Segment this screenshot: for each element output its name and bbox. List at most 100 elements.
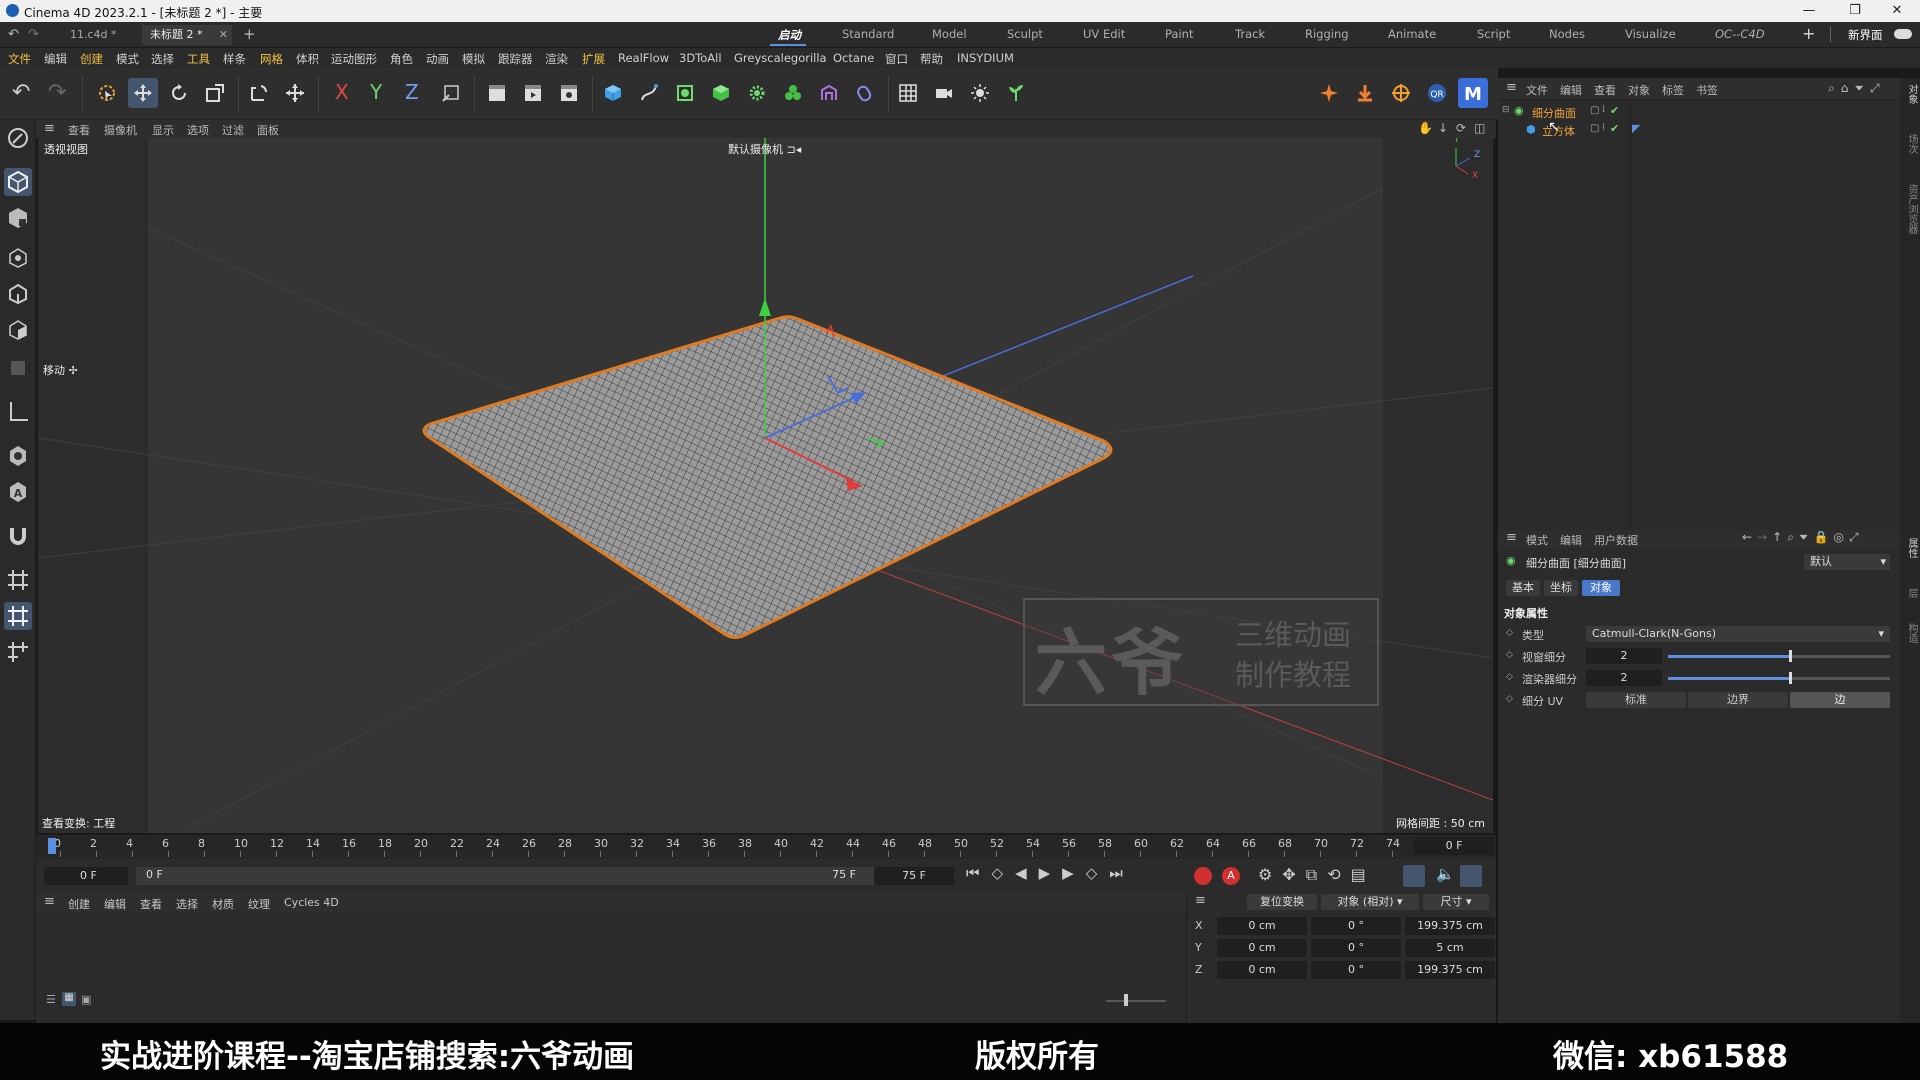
- snap-button[interactable]: [4, 442, 32, 470]
- doc-tab-11[interactable]: 11.c4d *: [62, 25, 125, 45]
- mat-menu-select[interactable]: 选择: [176, 896, 198, 912]
- mat-menu-material[interactable]: 材质: [212, 896, 234, 912]
- target-icon[interactable]: ◎: [1833, 530, 1848, 544]
- edit-tool-button[interactable]: [4, 124, 32, 152]
- field-button[interactable]: [850, 78, 880, 108]
- menu-mesh[interactable]: 网格: [260, 51, 283, 67]
- material-area[interactable]: ☰ ▦ ▣: [36, 913, 1186, 1023]
- am-menu-mode[interactable]: 模式: [1526, 532, 1548, 548]
- toggle-switch[interactable]: [1894, 29, 1912, 39]
- layout-script[interactable]: Script: [1477, 27, 1510, 41]
- key-position-icon[interactable]: ✥: [1282, 865, 1305, 884]
- next-key-icon[interactable]: ◇: [1086, 864, 1110, 882]
- point-mode-button[interactable]: [4, 244, 32, 272]
- search-icon[interactable]: ⌕: [1787, 530, 1799, 544]
- pen-spline-button[interactable]: [634, 78, 664, 108]
- pos-x-field[interactable]: 0 cm: [1217, 917, 1307, 935]
- menu-animate[interactable]: 动画: [426, 51, 449, 67]
- layout-model[interactable]: Model: [932, 27, 967, 41]
- reset-transform-button[interactable]: 复位变换: [1247, 894, 1317, 910]
- keyframe-diamond-icon[interactable]: ◇: [1506, 672, 1513, 682]
- list-view-icon[interactable]: ☰: [46, 993, 56, 1006]
- viewport-menu-camera[interactable]: 摄像机: [104, 122, 137, 138]
- key-settings-icon[interactable]: ⚙: [1258, 865, 1282, 884]
- forward-arrow-icon[interactable]: →: [1757, 530, 1772, 544]
- restore-button[interactable]: ❐: [1832, 0, 1878, 22]
- start-frame-field[interactable]: 0 F: [44, 867, 128, 885]
- subdivision-surface-button[interactable]: [670, 78, 700, 108]
- y-axis-lock-icon[interactable]: Y: [370, 80, 382, 104]
- uv-option-edge[interactable]: 边: [1790, 692, 1890, 708]
- texture-mode-button[interactable]: [4, 204, 32, 232]
- dock-tab-takes[interactable]: 场次: [1904, 134, 1919, 154]
- home-icon[interactable]: ⌂: [1841, 81, 1855, 95]
- mat-menu-texture[interactable]: 纹理: [248, 896, 270, 912]
- playhead[interactable]: [48, 838, 56, 854]
- orbit-icon[interactable]: ⟳: [1456, 121, 1466, 135]
- render-settings-button[interactable]: [554, 78, 584, 108]
- om-menu-view[interactable]: 查看: [1594, 82, 1616, 98]
- large-view-icon[interactable]: ▣: [81, 993, 91, 1006]
- polygon-mode-button[interactable]: [4, 316, 32, 344]
- cloner-button[interactable]: [742, 78, 772, 108]
- rotate-tool-button[interactable]: [164, 78, 194, 108]
- mat-menu-create[interactable]: 创建: [68, 896, 90, 912]
- enabled-check-icon[interactable]: ✔: [1610, 104, 1619, 117]
- model-mode-button[interactable]: [4, 168, 32, 196]
- menu-character[interactable]: 角色: [390, 51, 413, 67]
- go-to-end-icon[interactable]: ⏭: [1109, 864, 1135, 882]
- menu-extensions[interactable]: 扩展: [582, 51, 605, 67]
- size-x-field[interactable]: 199.375 cm: [1405, 917, 1495, 935]
- om-menu-edit[interactable]: 编辑: [1560, 82, 1582, 98]
- quantize-button[interactable]: [4, 602, 32, 630]
- uv-option-boundary[interactable]: 边界: [1688, 692, 1788, 708]
- timeline-ruler[interactable]: 0 2 4 6 8 10 12 14 16 18 20 22 24 26 28 30 32 34 36 38 40 42 4…: [36, 835, 1496, 859]
- key-param-icon[interactable]: ▤: [1351, 865, 1376, 884]
- frame-range-slider[interactable]: 0 F 75 F: [136, 867, 876, 885]
- record-icon[interactable]: [1194, 867, 1212, 885]
- collapse-icon[interactable]: ⊟: [1502, 105, 1510, 115]
- uv-mode-button[interactable]: [4, 354, 32, 382]
- mat-menu-view[interactable]: 查看: [140, 896, 162, 912]
- lock-icon[interactable]: 🔒: [1814, 530, 1834, 544]
- viewport-subdivision-field[interactable]: 2: [1586, 648, 1662, 664]
- key-scale-icon[interactable]: ⧉: [1306, 865, 1327, 884]
- up-arrow-icon[interactable]: ↑: [1772, 530, 1787, 544]
- object-manager[interactable]: [1498, 78, 1900, 530]
- environment-button[interactable]: [1001, 78, 1031, 108]
- menu-create[interactable]: 创建: [80, 51, 103, 67]
- keyframe-diamond-icon[interactable]: ◇: [1506, 694, 1513, 704]
- hamburger-icon[interactable]: ≡: [1506, 80, 1517, 95]
- add-layout-icon[interactable]: +: [1802, 24, 1815, 43]
- light-button[interactable]: [965, 78, 995, 108]
- pan-hand-icon[interactable]: ✋: [1418, 121, 1433, 135]
- layout-startup[interactable]: 启动: [778, 27, 801, 43]
- expand-icon[interactable]: ⤢: [1849, 530, 1864, 544]
- hamburger-icon[interactable]: ≡: [1506, 530, 1517, 545]
- render-to-picture-viewer-button[interactable]: [518, 78, 548, 108]
- go-to-start-icon[interactable]: ⏮: [966, 864, 992, 882]
- play-icon[interactable]: ▶: [1039, 864, 1063, 882]
- om-menu-file[interactable]: 文件: [1526, 82, 1548, 98]
- viewport-menu-options[interactable]: 选项: [187, 122, 209, 138]
- menu-realflow[interactable]: RealFlow: [618, 51, 669, 65]
- gizmo-y-arrow[interactable]: [759, 298, 771, 316]
- menu-file[interactable]: 文件: [8, 51, 31, 67]
- search-icon[interactable]: ⌕: [1828, 81, 1841, 95]
- octane-download-button[interactable]: [1350, 78, 1380, 108]
- extrude-button[interactable]: [706, 78, 736, 108]
- layout-uv-edit[interactable]: UV Edit: [1083, 27, 1125, 41]
- layout-paint[interactable]: Paint: [1165, 27, 1193, 41]
- rot-z-field[interactable]: 0 °: [1311, 961, 1401, 979]
- dock-tab-structure[interactable]: 构造: [1904, 623, 1919, 643]
- m-plugin-button[interactable]: M: [1458, 78, 1488, 108]
- visibility-dots-icon[interactable]: ⁞: [1602, 122, 1605, 133]
- layer-icon[interactable]: ▢: [1590, 105, 1599, 116]
- am-menu-userdata[interactable]: 用户数据: [1594, 532, 1638, 548]
- back-arrow-icon[interactable]: ←: [1742, 530, 1757, 544]
- hamburger-icon[interactable]: ≡: [1195, 893, 1206, 908]
- minimize-button[interactable]: —: [1786, 0, 1832, 22]
- mat-menu-edit[interactable]: 编辑: [104, 896, 126, 912]
- hamburger-icon[interactable]: ≡: [44, 894, 55, 909]
- coord-system-button[interactable]: [436, 78, 466, 108]
